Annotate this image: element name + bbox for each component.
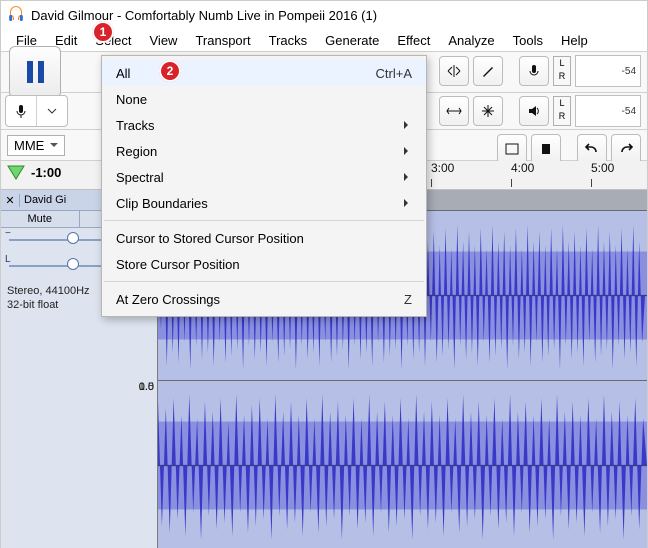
timeline-tick: 5:00 bbox=[591, 161, 614, 175]
mic-lr-indicator: LR bbox=[553, 56, 571, 86]
menu-item-clip-boundaries[interactable]: Clip Boundaries bbox=[102, 190, 426, 216]
menu-view[interactable]: View bbox=[141, 31, 187, 50]
fit-width-icon[interactable] bbox=[439, 96, 469, 126]
mute-button[interactable]: Mute bbox=[1, 211, 80, 227]
select-menu-dropdown[interactable]: All Ctrl+A None Tracks Region Spectral C… bbox=[101, 55, 427, 317]
mic-meter[interactable]: -54 bbox=[575, 55, 641, 87]
mic-icon[interactable] bbox=[519, 56, 549, 86]
menu-item-store-cursor[interactable]: Store Cursor Position bbox=[102, 251, 426, 277]
redo-button[interactable] bbox=[611, 134, 641, 164]
menu-tools[interactable]: Tools bbox=[504, 31, 552, 50]
annotation-callout-2: 2 bbox=[159, 60, 181, 82]
menu-item-zero-crossings[interactable]: At Zero Crossings Z bbox=[102, 286, 426, 312]
menu-separator bbox=[104, 281, 424, 282]
app-icon bbox=[7, 6, 25, 24]
trim-icon[interactable] bbox=[497, 134, 527, 164]
audio-host-select[interactable]: MME bbox=[7, 135, 65, 156]
pause-button[interactable] bbox=[9, 46, 61, 98]
speaker-icon[interactable] bbox=[519, 96, 549, 126]
draw-tool-icon[interactable] bbox=[473, 56, 503, 86]
menu-item-all[interactable]: All Ctrl+A bbox=[102, 60, 426, 86]
speaker-lr-indicator: LR bbox=[553, 96, 571, 126]
menu-separator bbox=[104, 220, 424, 221]
menu-generate[interactable]: Generate bbox=[316, 31, 388, 50]
menu-tracks[interactable]: Tracks bbox=[260, 31, 317, 50]
dropdown-icon[interactable] bbox=[37, 96, 67, 126]
fit-selection-icon[interactable] bbox=[439, 56, 469, 86]
timeline-tick: 4:00 bbox=[511, 161, 534, 175]
timeline-tick: 3:00 bbox=[431, 161, 454, 175]
speaker-meter[interactable]: -54 bbox=[575, 95, 641, 127]
menu-item-spectral[interactable]: Spectral bbox=[102, 164, 426, 190]
silence-icon[interactable] bbox=[531, 134, 561, 164]
record-device-icon[interactable] bbox=[6, 96, 37, 126]
menu-item-cursor-to-stored[interactable]: Cursor to Stored Cursor Position bbox=[102, 225, 426, 251]
menu-help[interactable]: Help bbox=[552, 31, 597, 50]
menu-item-region[interactable]: Region bbox=[102, 138, 426, 164]
menu-transport[interactable]: Transport bbox=[186, 31, 259, 50]
menu-analyze[interactable]: Analyze bbox=[439, 31, 503, 50]
undo-button[interactable] bbox=[577, 134, 607, 164]
menu-item-none[interactable]: None bbox=[102, 86, 426, 112]
menu-item-tracks[interactable]: Tracks bbox=[102, 112, 426, 138]
waveform-channel-right[interactable]: 1.0 0.5 0.0 bbox=[158, 380, 647, 548]
track-close-button[interactable]: ✕ bbox=[1, 194, 20, 207]
menu-effect[interactable]: Effect bbox=[388, 31, 439, 50]
multi-tool-icon[interactable] bbox=[473, 96, 503, 126]
annotation-callout-1: 1 bbox=[92, 21, 114, 43]
window-title: David Gilmour - Comfortably Numb Live in… bbox=[31, 8, 377, 23]
